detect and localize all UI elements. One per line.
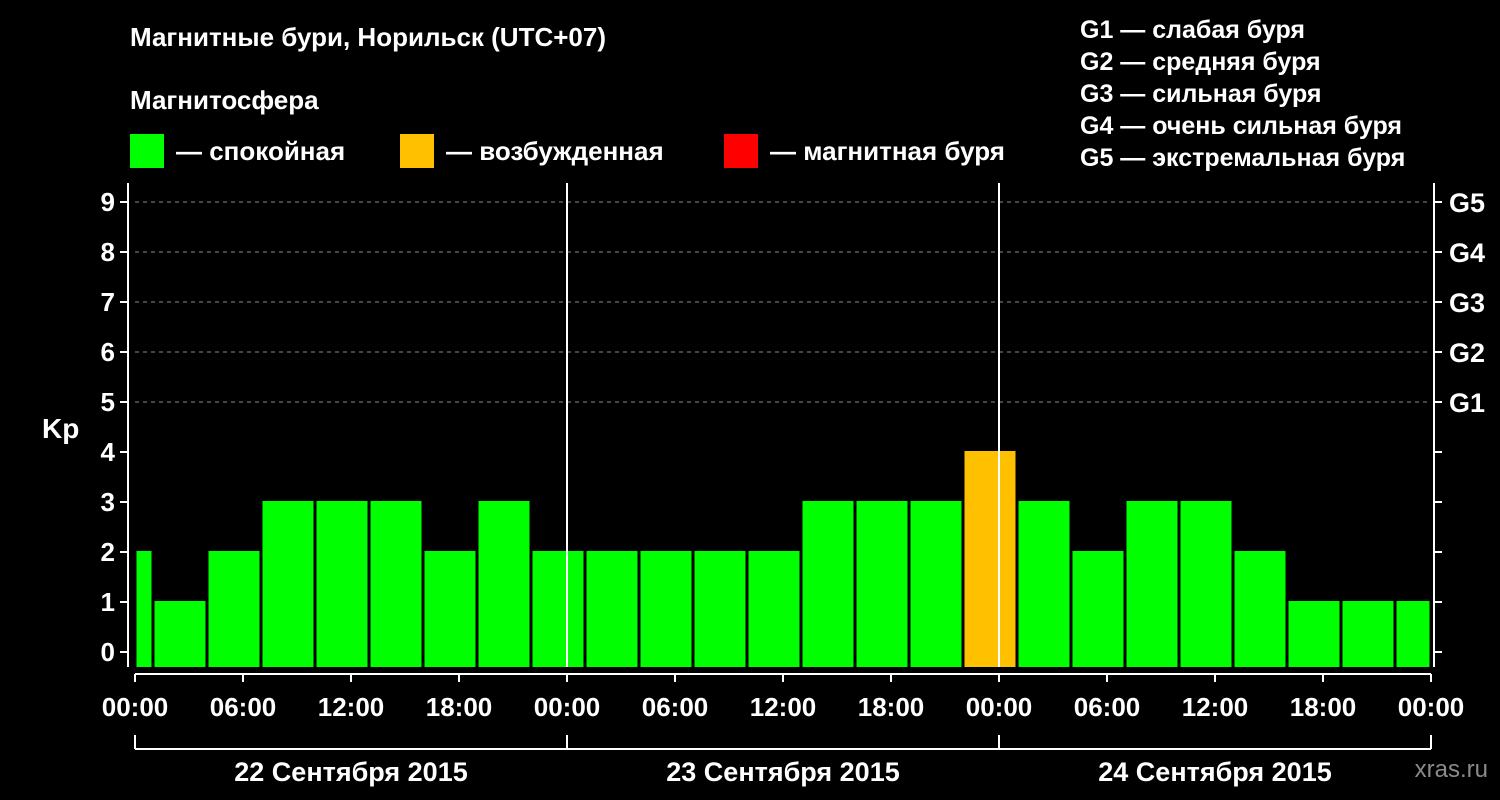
g-scale-label: G2: [1449, 338, 1485, 368]
kp-bar: [1288, 601, 1340, 667]
kp-bar: [316, 501, 368, 667]
y-tick-label: 7: [101, 287, 115, 317]
kp-bar: [1018, 501, 1070, 667]
kp-bar: [856, 501, 908, 667]
y-tick-label: 5: [101, 387, 115, 417]
y-tick-label: 2: [101, 537, 115, 567]
kp-bar: [1342, 601, 1394, 667]
kp-bar-chart: 0 1 2 3 4 5 6 7 8 9 G1 G2 G3 G4 G5 Kp 00:00 06:00 12:00 18:…: [42, 183, 1485, 787]
kp-bar: [748, 551, 800, 667]
kp-bar: [208, 551, 260, 667]
x-tick-label: 18:00: [426, 692, 493, 722]
kp-bar: [802, 501, 854, 667]
watermark: xras.ru: [1414, 756, 1488, 783]
kp-bar: [424, 551, 476, 667]
y-tick-label: 4: [101, 437, 116, 467]
x-tick-label: 12:00: [1182, 692, 1249, 722]
x-tick-label: 06:00: [210, 692, 277, 722]
kp-bar: [154, 601, 206, 667]
kp-bar: [532, 551, 584, 667]
x-tick-label: 12:00: [750, 692, 817, 722]
x-tick-label: 18:00: [858, 692, 925, 722]
kp-bar: [640, 551, 692, 667]
x-tick-label: 00:00: [966, 692, 1033, 722]
y-axis-label: Kp: [42, 413, 79, 444]
day-label: 24 Сентября 2015: [1098, 757, 1331, 787]
y-tick-label: 1: [101, 587, 115, 617]
kp-bar: [262, 501, 314, 667]
x-tick-label: 00:00: [1398, 692, 1465, 722]
kp-bar: [964, 451, 1016, 667]
g-scale-label: G1: [1449, 388, 1485, 418]
kp-bar: [910, 501, 962, 667]
kp-bar: [1234, 551, 1286, 667]
x-tick-label: 06:00: [642, 692, 709, 722]
kp-bar: [1180, 501, 1232, 667]
kp-bar: [136, 551, 152, 667]
g-scale-label: G4: [1449, 238, 1485, 268]
day-label: 22 Сентября 2015: [234, 757, 467, 787]
day-label: 23 Сентября 2015: [666, 757, 899, 787]
y-tick-label: 9: [101, 187, 115, 217]
x-tick-label: 06:00: [1074, 692, 1141, 722]
g-scale-label: G5: [1449, 188, 1485, 218]
y-tick-label: 3: [101, 487, 115, 517]
kp-bar: [370, 501, 422, 667]
kp-bar: [586, 551, 638, 667]
x-tick-label: 00:00: [102, 692, 169, 722]
y-tick-label: 8: [101, 237, 115, 267]
x-tick-label: 12:00: [318, 692, 385, 722]
kp-bar: [694, 551, 746, 667]
x-tick-label: 18:00: [1290, 692, 1357, 722]
g-scale-label: G3: [1449, 288, 1485, 318]
y-tick-label: 6: [101, 337, 115, 367]
kp-bar: [478, 501, 530, 667]
y-tick-label: 0: [101, 637, 115, 667]
kp-bar: [1396, 601, 1430, 667]
x-tick-label: 00:00: [534, 692, 601, 722]
kp-bar: [1126, 501, 1178, 667]
kp-bar: [1072, 551, 1124, 667]
